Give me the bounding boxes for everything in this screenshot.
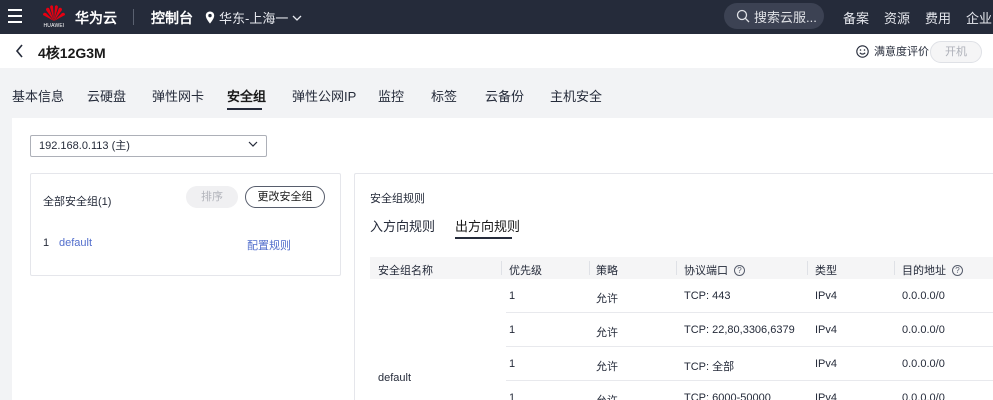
help-icon[interactable]: ?	[734, 264, 745, 276]
satisfaction-label: 满意度评价	[874, 46, 929, 58]
satisfaction-feedback-button[interactable]: 满意度评价	[856, 43, 929, 59]
column-divider	[676, 261, 677, 275]
search-placeholder: 搜索云服...	[754, 9, 817, 25]
hamburger-menu-icon[interactable]	[8, 9, 22, 23]
page-header: 4核12G3M 满意度评价 开机	[0, 34, 993, 68]
configure-rules-link[interactable]: 配置规则	[247, 237, 291, 253]
tab-tags[interactable]: 标签	[431, 86, 457, 105]
help-icon[interactable]: ?	[952, 264, 963, 276]
brand-name[interactable]: 华为云	[75, 8, 117, 28]
smiley-icon	[856, 44, 869, 58]
column-header-priority: 优先级	[509, 265, 542, 277]
billing-link[interactable]: 费用	[925, 8, 951, 27]
location-pin-icon	[205, 11, 215, 24]
cell-type: IPv4	[815, 324, 838, 336]
cell-port: TCP: 全部	[684, 361, 735, 373]
column-header-type: 类型	[815, 265, 837, 277]
cell-policy: 允许	[596, 392, 618, 400]
cell-destination: 0.0.0.0/0	[902, 358, 945, 370]
resources-link[interactable]: 资源	[884, 8, 910, 27]
cell-policy: 允许	[596, 293, 618, 305]
cell-type: IPv4	[815, 392, 838, 400]
power-on-button[interactable]: 开机	[930, 41, 982, 63]
console-link[interactable]: 控制台	[151, 8, 193, 28]
region-selector[interactable]: 华东-上海一	[205, 8, 302, 27]
chevron-down-icon	[248, 141, 258, 147]
column-header-destination: 目的地址?	[902, 262, 963, 278]
huawei-flower-icon	[43, 5, 65, 21]
rules-table-header: 安全组名称 优先级 策略 协议端口? 类型 目的地址?	[370, 257, 993, 279]
nic-select-value: 192.168.0.113 (主)	[39, 140, 130, 152]
tab-backup[interactable]: 云备份	[485, 86, 524, 105]
cell-policy: 允许	[596, 361, 618, 373]
cell-group-name: default	[378, 372, 412, 384]
search-icon	[736, 9, 750, 23]
rules-title: 安全组规则	[370, 193, 425, 205]
table-row: 1 允许 TCP: 全部 IPv4 0.0.0.0/0	[506, 347, 993, 381]
cell-priority: 1	[509, 324, 516, 336]
cell-destination: 0.0.0.0/0	[902, 392, 945, 400]
list-item-index: 1	[43, 237, 50, 249]
tab-outbound-rules[interactable]: 出方向规则	[455, 216, 520, 235]
column-header-policy: 策略	[596, 265, 618, 277]
cell-priority: 1	[509, 358, 516, 370]
logo-text: HUAWEI	[43, 23, 65, 29]
security-group-list: 全部安全组(1) 排序 更改安全组 1 default 配置规则	[30, 173, 341, 276]
tab-nics[interactable]: 弹性网卡	[152, 86, 204, 105]
security-group-panel: 192.168.0.113 (主) 全部安全组(1) 排序 更改安全组 1 de…	[12, 118, 993, 400]
cell-port: TCP: 22,80,3306,6379	[684, 324, 795, 336]
cell-port: TCP: 6000-50000	[684, 392, 771, 400]
security-group-list-title: 全部安全组(1)	[43, 196, 112, 208]
huawei-logo[interactable]: HUAWEI	[41, 3, 67, 31]
filing-link[interactable]: 备案	[843, 8, 869, 27]
security-group-rules-panel: 安全组规则 入方向规则 出方向规则 安全组名称 优先级 策略 协议端口? 类型 …	[354, 173, 993, 400]
cell-type: IPv4	[815, 358, 838, 370]
page-title: 4核12G3M	[38, 45, 106, 61]
enterprise-link[interactable]: 企业	[966, 8, 992, 27]
back-arrow-icon[interactable]	[15, 44, 25, 58]
chevron-down-icon	[292, 15, 302, 21]
tab-basic-info[interactable]: 基本信息	[12, 86, 64, 105]
change-security-group-button[interactable]: 更改安全组	[245, 186, 325, 208]
tab-host-security[interactable]: 主机安全	[550, 86, 602, 105]
cell-destination: 0.0.0.0/0	[902, 324, 945, 336]
column-header-group-name: 安全组名称	[378, 265, 433, 277]
active-tab-indicator	[227, 108, 262, 110]
tab-monitoring[interactable]: 监控	[378, 86, 404, 105]
nic-select[interactable]: 192.168.0.113 (主)	[30, 135, 267, 157]
cell-port: TCP: 443	[684, 290, 731, 302]
active-rules-tab-indicator	[455, 237, 512, 239]
top-navbar: HUAWEI 华为云 控制台 华东-上海一 搜索云服... 备案 资源 费用 企…	[0, 0, 993, 34]
column-divider	[501, 261, 502, 275]
column-divider	[894, 261, 895, 275]
table-row: 1 允许 TCP: 22,80,3306,6379 IPv4 0.0.0.0/0	[506, 313, 993, 347]
detail-tabs: 基本信息 云硬盘 弹性网卡 安全组 弹性公网IP 监控 标签 云备份 主机安全	[0, 68, 993, 118]
sort-button[interactable]: 排序	[186, 186, 238, 208]
table-row: 1 允许 TCP: 443 IPv4 0.0.0.0/0	[506, 279, 993, 313]
tab-eip[interactable]: 弹性公网IP	[292, 86, 356, 105]
region-label: 华东-上海一	[219, 11, 289, 26]
tab-security-groups[interactable]: 安全组	[227, 86, 266, 105]
column-divider	[807, 261, 808, 275]
cell-policy: 允许	[596, 327, 618, 339]
security-group-name-link[interactable]: default	[59, 237, 92, 249]
global-search-input[interactable]: 搜索云服...	[724, 3, 824, 29]
table-row: 1 允许 TCP: 6000-50000 IPv4 0.0.0.0/0	[506, 381, 993, 400]
topbar-divider	[133, 9, 134, 25]
cell-type: IPv4	[815, 290, 838, 302]
cell-priority: 1	[509, 392, 516, 400]
column-header-protocol-port: 协议端口?	[684, 262, 745, 278]
column-divider	[589, 261, 590, 275]
cell-priority: 1	[509, 290, 516, 302]
tab-inbound-rules[interactable]: 入方向规则	[370, 216, 435, 235]
tab-disks[interactable]: 云硬盘	[87, 86, 126, 105]
cell-destination: 0.0.0.0/0	[902, 290, 945, 302]
